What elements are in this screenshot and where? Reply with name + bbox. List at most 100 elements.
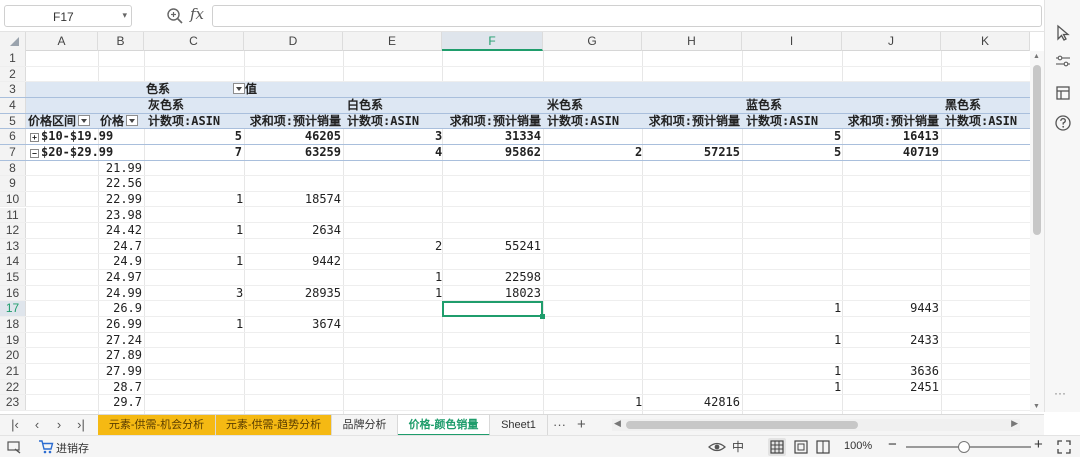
table-cell[interactable]: 7: [144, 145, 244, 160]
table-cell[interactable]: 1: [234, 254, 244, 269]
table-cell[interactable]: 2634: [244, 223, 343, 238]
price-cell[interactable]: 24.9: [98, 254, 144, 269]
table-cell[interactable]: 1: [832, 301, 842, 316]
fullscreen-icon[interactable]: [1056, 439, 1072, 455]
more-sheets-icon[interactable]: ···: [553, 415, 566, 435]
group-label[interactable]: + $10-$19.99: [28, 129, 144, 144]
price-cell[interactable]: 26.9: [98, 301, 144, 316]
chevron-down-icon[interactable]: ▾: [122, 10, 127, 21]
column-header-a[interactable]: A: [26, 32, 98, 51]
collapse-toggle-icon[interactable]: −: [30, 148, 39, 158]
scroll-down-icon[interactable]: ▼: [1033, 403, 1040, 410]
table-cell[interactable]: 46205: [244, 129, 343, 144]
column-header-h[interactable]: H: [642, 32, 742, 51]
table-cell[interactable]: 18023: [442, 286, 543, 301]
table-cell[interactable]: 3: [433, 129, 442, 144]
price-cell[interactable]: 27.24: [98, 333, 144, 348]
price-cell[interactable]: 29.7: [98, 395, 144, 410]
row-header[interactable]: 20: [0, 348, 26, 363]
vertical-scrollbar[interactable]: ▲ ▼: [1030, 51, 1044, 412]
table-cell[interactable]: 9442: [244, 254, 343, 269]
page-layout-view-icon[interactable]: [792, 438, 810, 456]
last-sheet-icon[interactable]: ›|: [72, 416, 90, 434]
table-cell[interactable]: [642, 129, 742, 144]
pivot-values-label[interactable]: 值: [229, 82, 349, 97]
scroll-up-icon[interactable]: ▲: [1033, 53, 1040, 60]
horizontal-scrollbar[interactable]: ◀ ▶: [612, 418, 1020, 431]
table-cell[interactable]: 5: [144, 129, 244, 144]
price-cell[interactable]: 26.99: [98, 317, 144, 332]
group-label[interactable]: − $20-$29.99: [28, 145, 144, 160]
table-cell[interactable]: 42816: [642, 395, 742, 410]
table-cell[interactable]: 3: [234, 286, 244, 301]
table-cell[interactable]: 1: [832, 380, 842, 395]
table-cell[interactable]: 2433: [842, 333, 941, 348]
price-cell[interactable]: 24.97: [98, 270, 144, 285]
zoom-in-icon[interactable]: +: [1034, 436, 1043, 453]
table-cell[interactable]: 1: [234, 223, 244, 238]
table-cell[interactable]: 1: [433, 286, 442, 301]
table-cell[interactable]: 31334: [442, 129, 543, 144]
name-box[interactable]: F17 ▾: [4, 5, 132, 27]
row-header[interactable]: 12: [0, 223, 26, 238]
table-cell[interactable]: 63259: [244, 145, 343, 160]
table-cell[interactable]: 55241: [442, 239, 543, 254]
filter-dropdown-icon[interactable]: [126, 114, 139, 126]
zoom-out-icon[interactable]: −: [888, 436, 897, 453]
row-header[interactable]: 16: [0, 285, 26, 301]
normal-view-icon[interactable]: [768, 438, 786, 456]
table-cell[interactable]: 4: [433, 145, 442, 160]
filter-dropdown-icon[interactable]: [78, 114, 91, 126]
table-cell[interactable]: 9443: [842, 301, 941, 316]
price-cell[interactable]: 28.7: [98, 380, 144, 395]
more-options-icon[interactable]: ···: [1054, 386, 1066, 400]
formula-input[interactable]: [212, 5, 1042, 27]
price-cell[interactable]: 27.99: [98, 364, 144, 379]
table-cell[interactable]: 1: [433, 270, 442, 285]
column-header-j[interactable]: J: [842, 32, 941, 51]
zoom-level-dropdown[interactable]: 100%: [844, 440, 872, 452]
active-cell-selection[interactable]: [442, 301, 545, 320]
price-cell[interactable]: 27.89: [98, 348, 144, 363]
row-header[interactable]: 23: [0, 395, 26, 410]
price-cell[interactable]: 22.56: [98, 176, 144, 191]
sheet-tab-opportunity[interactable]: 元素-供需-机会分析: [98, 415, 216, 436]
table-cell[interactable]: 1: [832, 333, 842, 348]
table-cell[interactable]: 28935: [244, 286, 343, 301]
row-header[interactable]: 4: [0, 97, 26, 113]
column-header-i[interactable]: I: [742, 32, 842, 51]
table-cell[interactable]: 18574: [244, 192, 343, 207]
row-header[interactable]: 19: [0, 332, 26, 348]
page-break-view-icon[interactable]: [814, 438, 832, 456]
row-header[interactable]: 5: [0, 113, 26, 129]
row-header[interactable]: 21: [0, 364, 26, 379]
column-header-c[interactable]: C: [144, 32, 244, 51]
select-all-button[interactable]: [0, 32, 26, 51]
spreadsheet-grid[interactable]: A B C D E F G H I J K 1 2 3 色系 值 4 灰色系 白…: [0, 32, 1030, 414]
sheet-tab-price-color[interactable]: 价格-颜色销量: [398, 415, 490, 436]
table-cell[interactable]: 2451: [842, 380, 941, 395]
price-cell[interactable]: 21.99: [98, 161, 144, 176]
table-cell[interactable]: 2: [633, 145, 642, 160]
row-header[interactable]: 17: [0, 301, 26, 317]
table-cell[interactable]: 95862: [442, 145, 543, 160]
table-cell[interactable]: 1: [633, 395, 642, 410]
filter-dropdown-icon[interactable]: [233, 83, 245, 95]
cart-icon[interactable]: [38, 439, 54, 455]
help-icon[interactable]: [1054, 114, 1072, 132]
price-cell[interactable]: 23.98: [98, 208, 144, 223]
price-cell[interactable]: 22.99: [98, 192, 144, 207]
price-cell[interactable]: 24.7: [98, 239, 144, 254]
row-header[interactable]: 11: [0, 207, 26, 223]
table-cell[interactable]: 1: [832, 364, 842, 379]
table-cell[interactable]: 40719: [842, 145, 941, 160]
table-cell[interactable]: 1: [234, 317, 244, 332]
eye-protection-icon[interactable]: [708, 439, 726, 455]
expand-toggle-icon[interactable]: +: [30, 133, 39, 143]
table-cell[interactable]: 57215: [642, 145, 742, 160]
sheet-tab-trend[interactable]: 元素-供需-趋势分析: [216, 415, 332, 436]
sliders-icon[interactable]: [1054, 52, 1072, 70]
row-header[interactable]: 6: [0, 129, 26, 144]
table-cell[interactable]: 16413: [842, 129, 941, 144]
row-header[interactable]: 15: [0, 270, 26, 285]
